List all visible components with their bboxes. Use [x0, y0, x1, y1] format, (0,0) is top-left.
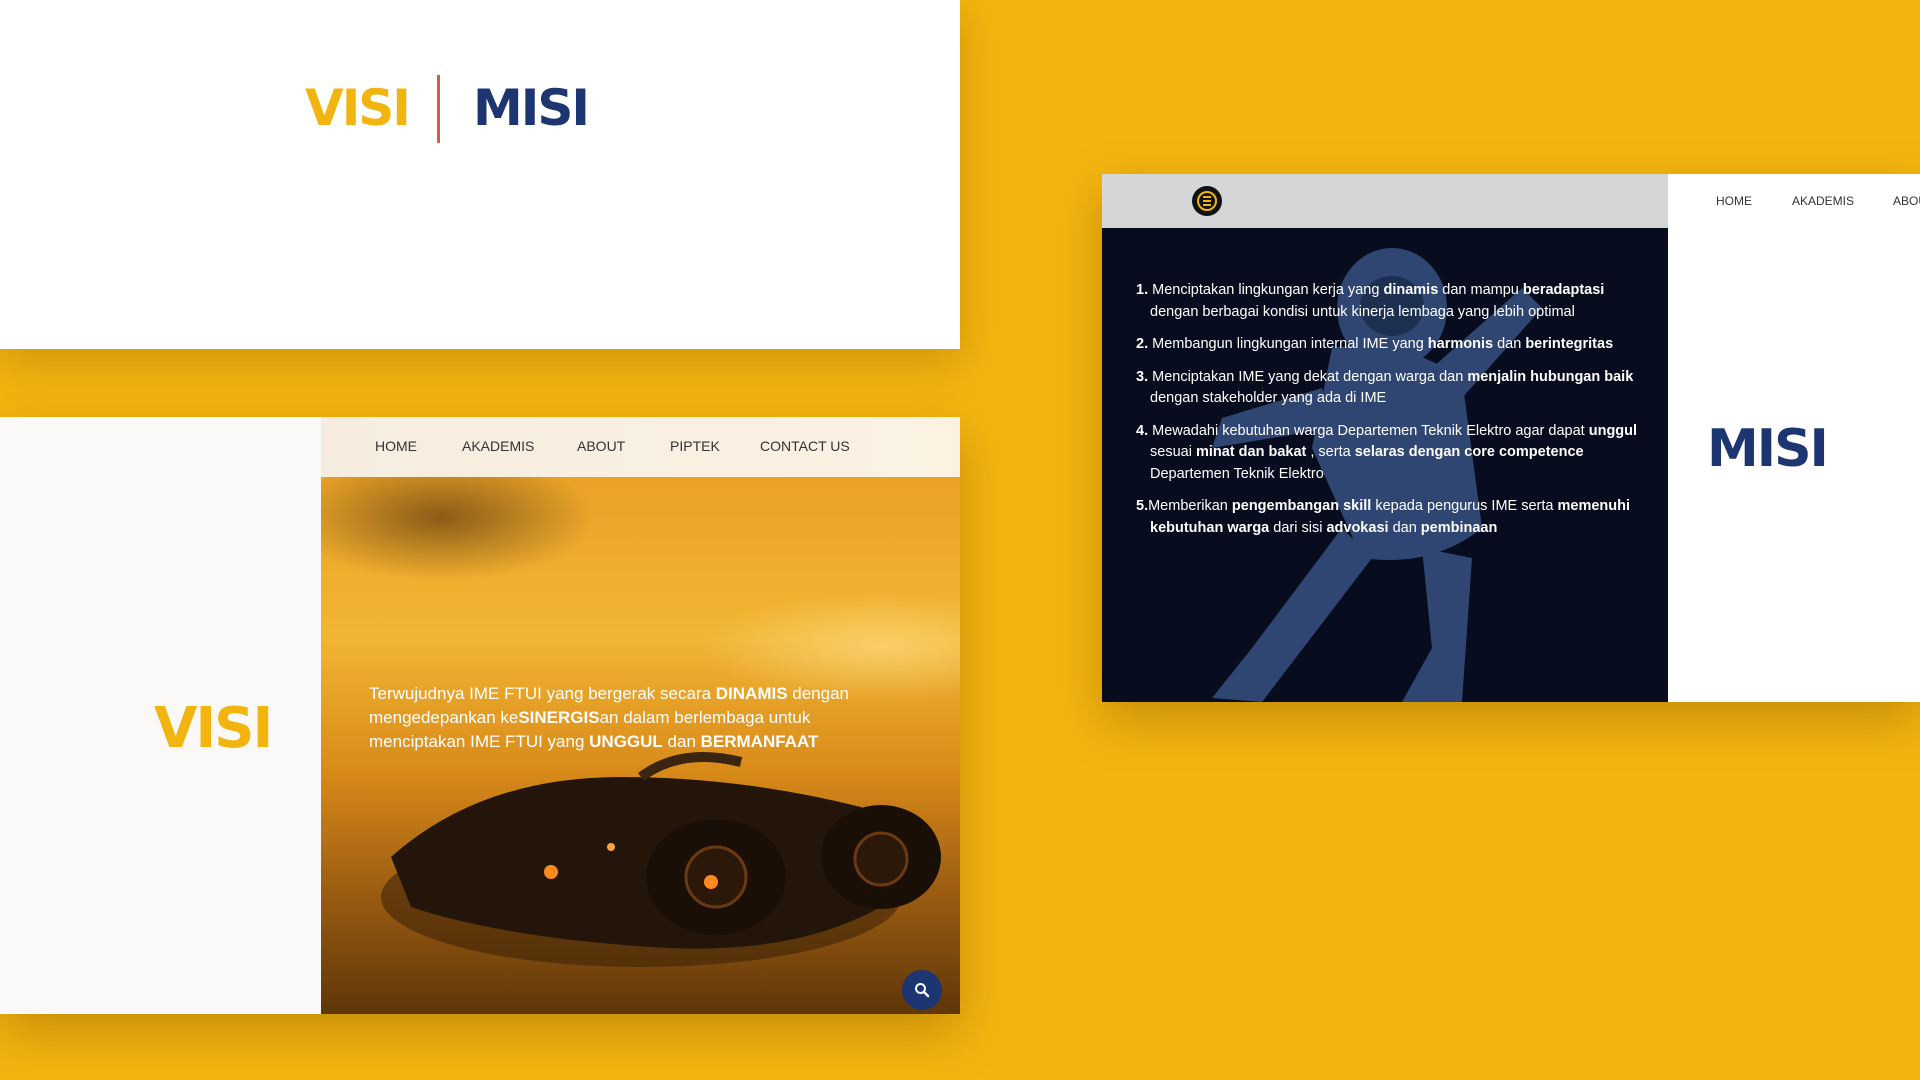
misi-header-bar [1102, 174, 1668, 228]
nav-home[interactable]: HOME [375, 438, 417, 454]
title-card: VISI MISI [0, 0, 960, 349]
title-visi: VISI [305, 79, 411, 137]
ime-logo-icon[interactable] [1192, 186, 1222, 216]
search-icon [915, 983, 930, 998]
misi-content-panel: 1. Menciptakan lingkungan kerja yang din… [1102, 228, 1668, 702]
misi-page-mockup: 1. Menciptakan lingkungan kerja yang din… [1102, 174, 1920, 702]
nav-piptek[interactable]: PIPTEK [670, 438, 720, 454]
visi-navbar: HOME AKADEMIS ABOUT PIPTEK CONTACT US [321, 417, 960, 477]
misi-item: 2. Membangun lingkungan internal IME yan… [1136, 336, 1614, 352]
title-misi: MISI [473, 79, 590, 137]
nav-akademis[interactable]: AKADEMIS [462, 438, 534, 454]
nav-home[interactable]: HOME [1716, 194, 1752, 208]
misi-list: 1. Menciptakan lingkungan kerja yang din… [1136, 280, 1641, 550]
misi-item: 1. Menciptakan lingkungan kerja yang din… [1136, 282, 1605, 320]
nav-contact-us[interactable]: CONTACT US [760, 438, 850, 454]
visi-page-mockup: VISI HOME AKADEMIS ABOUT PIPTEK CONTACT … [0, 417, 960, 1014]
misi-item: 3. Menciptakan IME yang dekat dengan war… [1136, 368, 1634, 407]
visi-statement: Terwujudnya IME FTUI yang bergerak secar… [369, 684, 849, 751]
visi-heading: VISI [154, 696, 273, 761]
title-divider [437, 75, 440, 143]
misi-heading: MISI [1707, 419, 1829, 479]
search-button[interactable] [902, 970, 942, 1010]
misi-item: 4. Mewadahi kebutuhan warga Departemen T… [1136, 422, 1638, 482]
nav-about[interactable]: ABOU [1893, 194, 1920, 208]
nav-akademis[interactable]: AKADEMIS [1792, 194, 1854, 208]
nav-about[interactable]: ABOUT [577, 438, 625, 454]
misi-item: 5.Memberikan pengembangan skill kepada p… [1136, 498, 1631, 536]
